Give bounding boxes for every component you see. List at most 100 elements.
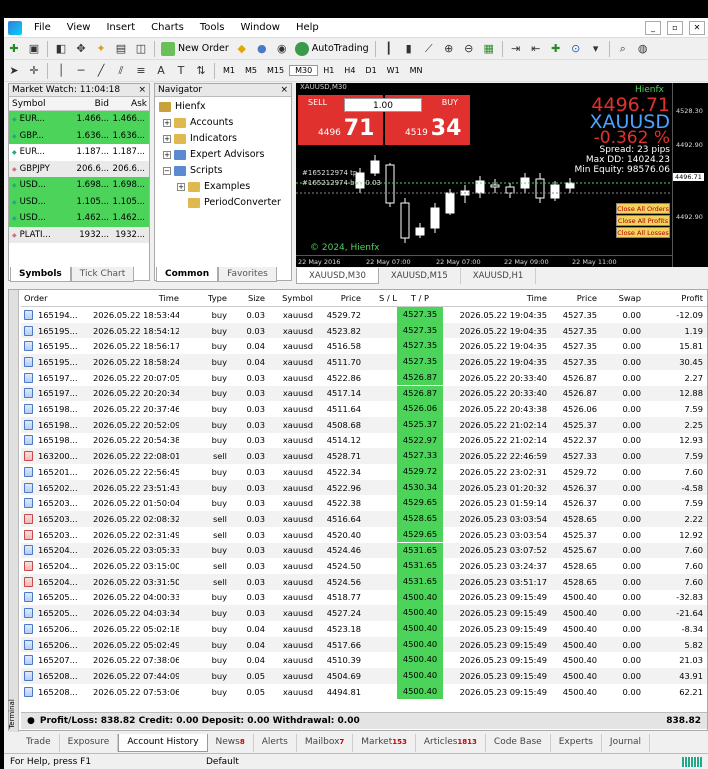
table-row[interactable]: 165198... 2026.05.22 20:54:38 buy 0.03 xauus… [21, 432, 707, 449]
table-row[interactable]: 165201... 2026.05.22 22:56:45 buy 0.03 xauus… [21, 464, 707, 480]
tab-experts[interactable]: Experts [551, 734, 602, 752]
col-swap[interactable]: Swap [597, 293, 641, 303]
menu-tools[interactable]: Tools [192, 22, 233, 33]
tf-h1[interactable]: H1 [318, 66, 339, 75]
data-window-icon[interactable]: ✥ [73, 41, 89, 57]
table-row[interactable]: 165205... 2026.05.22 04:00:33 buy 0.03 xauus… [21, 589, 707, 606]
chart-shift-icon[interactable]: ⇤ [528, 41, 544, 57]
market-watch-row[interactable]: ◆ USD... 1.462... 1.462... [9, 210, 149, 227]
periods-icon[interactable]: ⊙ [568, 41, 584, 57]
market-watch-row[interactable]: ◆ EUR... 1.187... 1.187... [9, 144, 149, 161]
menu-file[interactable]: File [26, 22, 59, 33]
col-tp[interactable]: T / P [397, 293, 443, 303]
text-icon[interactable]: A [153, 63, 169, 79]
line-chart-icon[interactable]: ⟋ [421, 41, 437, 57]
expand-icon[interactable]: + [177, 183, 185, 191]
market-watch-icon[interactable]: ◧ [53, 41, 69, 57]
nav-expert-advisors[interactable]: + Expert Advisors [159, 147, 291, 163]
community-icon[interactable]: ◍ [635, 41, 651, 57]
table-row[interactable]: 165195... 2026.05.22 18:56:17 buy 0.04 xauus… [21, 338, 707, 355]
candlestick-icon[interactable]: ▮ [401, 41, 417, 57]
tab-common[interactable]: Common [156, 267, 219, 282]
tf-h4[interactable]: H4 [339, 66, 360, 75]
tab-exposure[interactable]: Exposure [60, 734, 119, 752]
table-row[interactable]: 165203... 2026.05.22 02:31:49 sell 0.03 xauu… [21, 526, 707, 543]
nav-indicators[interactable]: + Indicators [159, 131, 291, 147]
market-watch-row[interactable]: ◆ EUR... 1.466... 1.466... [9, 111, 149, 128]
tab-trade[interactable]: Trade [18, 734, 60, 752]
tab-mailbox[interactable]: Mailbox7 [297, 734, 354, 752]
zoom-in-icon[interactable]: ⊕ [441, 41, 457, 57]
market-watch-row[interactable]: ◆ USD... 1.105... 1.105... [9, 193, 149, 210]
table-row[interactable]: 165204... 2026.05.22 03:31:50 sell 0.03 xauu… [21, 573, 707, 590]
menu-insert[interactable]: Insert [98, 22, 143, 33]
vertical-line-icon[interactable]: │ [53, 63, 69, 79]
label-icon[interactable]: T [173, 63, 189, 79]
col-order[interactable]: Order [21, 293, 93, 303]
metaeditor-icon[interactable]: ◆ [234, 41, 250, 57]
chart-tab-m30[interactable]: XAUUSD,M30 [296, 268, 379, 284]
col-bid[interactable]: Bid [69, 97, 109, 110]
navigator-icon[interactable]: ✦ [93, 41, 109, 57]
nav-accounts[interactable]: + Accounts [159, 115, 291, 131]
table-row[interactable]: 165208... 2026.05.22 07:53:06 buy 0.05 xauus… [21, 683, 707, 700]
col-profit[interactable]: Profit [641, 293, 707, 303]
col-type[interactable]: Type [179, 293, 227, 303]
col-open-price[interactable]: Price [313, 293, 361, 303]
search-icon[interactable]: ⌕ [615, 41, 631, 57]
col-symbol[interactable]: Symbol [265, 293, 313, 303]
chart-tab-h1[interactable]: XAUUSD,H1 [461, 268, 537, 284]
close-icon[interactable]: × [280, 84, 288, 96]
nav-scripts[interactable]: − Scripts [159, 163, 291, 179]
tf-m5[interactable]: M5 [240, 66, 262, 75]
close-all-orders-button[interactable]: Close All Orders [616, 203, 670, 214]
auto-scroll-icon[interactable]: ⇥ [508, 41, 524, 57]
tab-news[interactable]: News8 [208, 734, 254, 752]
tf-mn[interactable]: MN [405, 66, 428, 75]
crosshair-icon[interactable]: ✛ [26, 63, 42, 79]
market-watch-row[interactable]: ◆ GBP... 1.636... 1.636... [9, 127, 149, 144]
expand-icon[interactable]: + [163, 135, 171, 143]
chart-tab-m15[interactable]: XAUUSD,M15 [379, 268, 461, 284]
close-all-losses-button[interactable]: Close All Losses [616, 227, 670, 238]
horizontal-line-icon[interactable]: ─ [73, 63, 89, 79]
user-icon[interactable]: ● [254, 41, 270, 57]
table-row[interactable]: 165204... 2026.05.22 03:15:00 sell 0.03 xauu… [21, 558, 707, 574]
expand-icon[interactable]: + [163, 151, 171, 159]
templates-icon[interactable]: ▾ [588, 41, 604, 57]
terminal-icon[interactable]: ▤ [113, 41, 129, 57]
tab-tick-chart[interactable]: Tick Chart [70, 267, 135, 282]
col-close-price[interactable]: Price [547, 293, 597, 303]
table-row[interactable]: 165194... 2026.05.22 18:53:44 buy 0.03 xauus… [21, 307, 707, 323]
options-icon[interactable]: ◉ [274, 41, 290, 57]
tf-m30[interactable]: M30 [289, 65, 319, 76]
tab-account-history[interactable]: Account History [118, 734, 208, 752]
col-close-time[interactable]: Time [443, 293, 547, 303]
market-watch-row[interactable]: ◆ GBPJPY 206.6... 206.6... [9, 160, 149, 177]
table-row[interactable]: 165206... 2026.05.22 05:02:18 buy 0.04 xauus… [21, 621, 707, 637]
tab-articles[interactable]: Articles1813 [416, 734, 486, 752]
tab-favorites[interactable]: Favorites [218, 267, 277, 282]
table-row[interactable]: 165195... 2026.05.22 18:58:24 buy 0.04 xauus… [21, 354, 707, 370]
indicators-icon[interactable]: ✚ [548, 41, 564, 57]
close-icon[interactable]: ✕ [689, 20, 705, 35]
table-row[interactable]: 165202... 2026.05.22 23:51:43 buy 0.03 xauus… [21, 479, 707, 496]
channel-icon[interactable]: ⫽ [113, 63, 129, 79]
collapse-icon[interactable]: − [163, 167, 171, 175]
trendline-icon[interactable]: ╱ [93, 63, 109, 79]
bar-chart-icon[interactable]: ┃ [381, 41, 397, 57]
zoom-out-icon[interactable]: ⊖ [461, 41, 477, 57]
col-sl[interactable]: S / L [361, 293, 397, 303]
arrows-icon[interactable]: ⇅ [193, 63, 209, 79]
table-row[interactable]: 165208... 2026.05.22 07:44:09 buy 0.05 xauus… [21, 668, 707, 684]
tf-d1[interactable]: D1 [360, 66, 381, 75]
col-size[interactable]: Size [227, 293, 265, 303]
col-ask[interactable]: Ask [109, 97, 147, 110]
table-row[interactable]: 165198... 2026.05.22 20:37:46 buy 0.03 xauus… [21, 401, 707, 417]
menu-window[interactable]: Window [233, 22, 288, 33]
table-row[interactable]: 165204... 2026.05.22 03:05:33 buy 0.03 xauus… [21, 542, 707, 559]
fibonacci-icon[interactable]: ≡ [133, 63, 149, 79]
table-row[interactable]: 165195... 2026.05.22 18:54:12 buy 0.03 xauus… [21, 322, 707, 339]
tf-m1[interactable]: M1 [218, 66, 240, 75]
table-row[interactable]: 165207... 2026.05.22 07:38:06 buy 0.04 xauus… [21, 652, 707, 669]
